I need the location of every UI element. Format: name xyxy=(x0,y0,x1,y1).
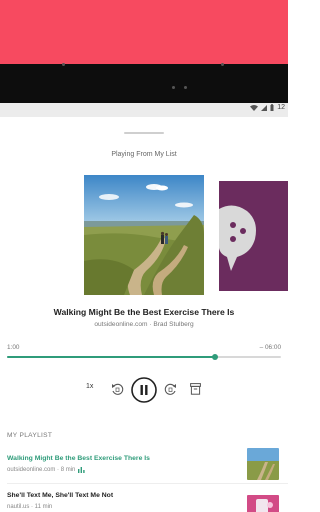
track-artwork[interactable] xyxy=(84,175,204,295)
background-dot xyxy=(184,86,187,89)
rewind-icon[interactable] xyxy=(111,383,124,396)
playlist-item-thumbnail xyxy=(247,448,279,480)
playlist-item[interactable]: She'll Text Me, She'll Text Me Not nauti… xyxy=(0,483,288,512)
playlist-item-thumbnail xyxy=(247,495,279,512)
playlist-item[interactable]: Walking Might Be the Best Exercise There… xyxy=(0,445,288,483)
background-app-scrim xyxy=(0,63,288,105)
playlist-item-meta-text: outsideonline.com · 8 min xyxy=(7,467,76,473)
hiking-trail-image xyxy=(84,175,204,295)
progress-bar[interactable] xyxy=(7,354,281,360)
background-app-header xyxy=(0,0,288,64)
status-icons: 12 xyxy=(250,104,285,111)
wifi-icon xyxy=(250,104,259,111)
playlist-item-title: Walking Might Be the Best Exercise There… xyxy=(7,455,150,462)
signal-icon xyxy=(261,104,268,111)
sheet-drag-handle[interactable] xyxy=(124,132,164,134)
archive-icon[interactable] xyxy=(190,383,201,395)
screen: 12 Playing From My List Walking Might Be… xyxy=(0,0,288,512)
playing-from-label: Playing From My List xyxy=(111,151,177,158)
next-track-artwork[interactable] xyxy=(219,181,288,291)
playback-controls: 1x xyxy=(0,375,288,405)
pause-button[interactable] xyxy=(131,377,157,403)
status-time: 12 xyxy=(277,104,285,111)
chat-bubble-illustration xyxy=(219,181,288,291)
playback-speed-button[interactable]: 1x xyxy=(86,383,93,390)
progress-fill xyxy=(7,356,216,358)
phone-illustration-thumbnail xyxy=(247,495,279,512)
player-sheet: Playing From My List Walking Might Be th… xyxy=(0,117,288,512)
fast-forward-icon[interactable] xyxy=(164,383,177,396)
playlist-heading: MY PLAYLIST xyxy=(7,432,53,439)
now-playing-icon xyxy=(78,467,85,473)
time-elapsed: 1:00 xyxy=(7,344,20,351)
playlist-item-title: She'll Text Me, She'll Text Me Not xyxy=(7,492,114,499)
time-remaining: – 06:00 xyxy=(259,344,281,351)
playlist-item-meta-text: nautil.us · 11 min xyxy=(7,504,53,510)
track-source: outsideonline.com · Brad Stulberg xyxy=(94,321,194,328)
hiking-trail-thumbnail xyxy=(247,448,279,480)
track-title: Walking Might Be the Best Exercise There… xyxy=(53,307,235,317)
background-dot xyxy=(172,86,175,89)
progress-thumb[interactable] xyxy=(212,354,219,360)
playlist-item-meta: nautil.us · 11 min xyxy=(7,504,52,510)
playlist-item-meta: outsideonline.com · 8 min xyxy=(7,467,85,473)
battery-icon xyxy=(270,104,274,111)
status-bar: 12 xyxy=(0,103,288,117)
background-dot xyxy=(62,63,65,66)
background-dot xyxy=(221,63,224,66)
